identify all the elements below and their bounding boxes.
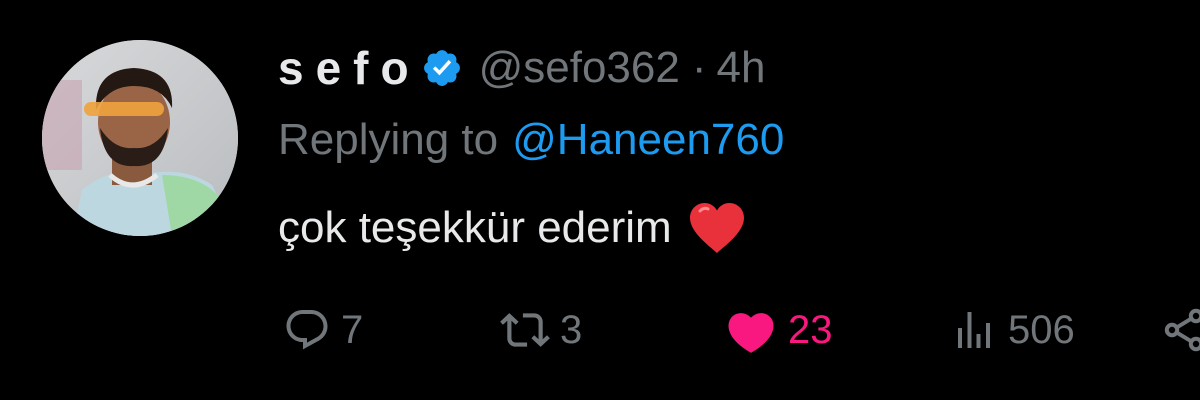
- views-icon: [958, 312, 990, 348]
- retweet-count: 3: [560, 307, 583, 352]
- share-button[interactable]: [1160, 298, 1200, 362]
- reply-icon: [286, 310, 328, 350]
- reply-count: 7: [341, 307, 364, 352]
- tweet-container: sefo @sefo362 · 4h Replying to @Haneen76…: [0, 0, 1200, 400]
- tweet-header: sefo @sefo362 · 4h: [278, 38, 765, 98]
- red-heart-emoji-icon: [688, 201, 746, 255]
- replying-to-label: Replying to: [278, 115, 499, 164]
- action-bar: 7 3 23 506: [0, 298, 1200, 362]
- replying-to-mention[interactable]: @Haneen760: [512, 115, 784, 165]
- avatar[interactable]: [42, 40, 238, 236]
- replying-to-line: Replying to @Haneen760: [278, 110, 784, 170]
- views-count: 506: [1008, 307, 1075, 352]
- reply-button[interactable]: 7: [283, 298, 363, 362]
- tweet-timestamp[interactable]: 4h: [717, 43, 766, 93]
- views-button[interactable]: 506: [950, 298, 1075, 362]
- heart-icon: [728, 313, 774, 353]
- retweet-icon: [500, 313, 550, 347]
- verified-badge-icon: [421, 47, 463, 89]
- display-name[interactable]: sefo: [278, 41, 421, 95]
- retweet-button[interactable]: 3: [500, 298, 582, 362]
- tweet-text-content: çok teşekkür ederim: [278, 203, 672, 252]
- like-button[interactable]: 23: [724, 298, 833, 362]
- tweet-text: çok teşekkür ederim: [278, 196, 746, 260]
- avatar-photo: [42, 40, 238, 236]
- user-handle[interactable]: @sefo362: [479, 43, 680, 93]
- share-icon: [1164, 308, 1200, 352]
- like-count: 23: [788, 307, 833, 352]
- separator-dot: ·: [691, 43, 707, 92]
